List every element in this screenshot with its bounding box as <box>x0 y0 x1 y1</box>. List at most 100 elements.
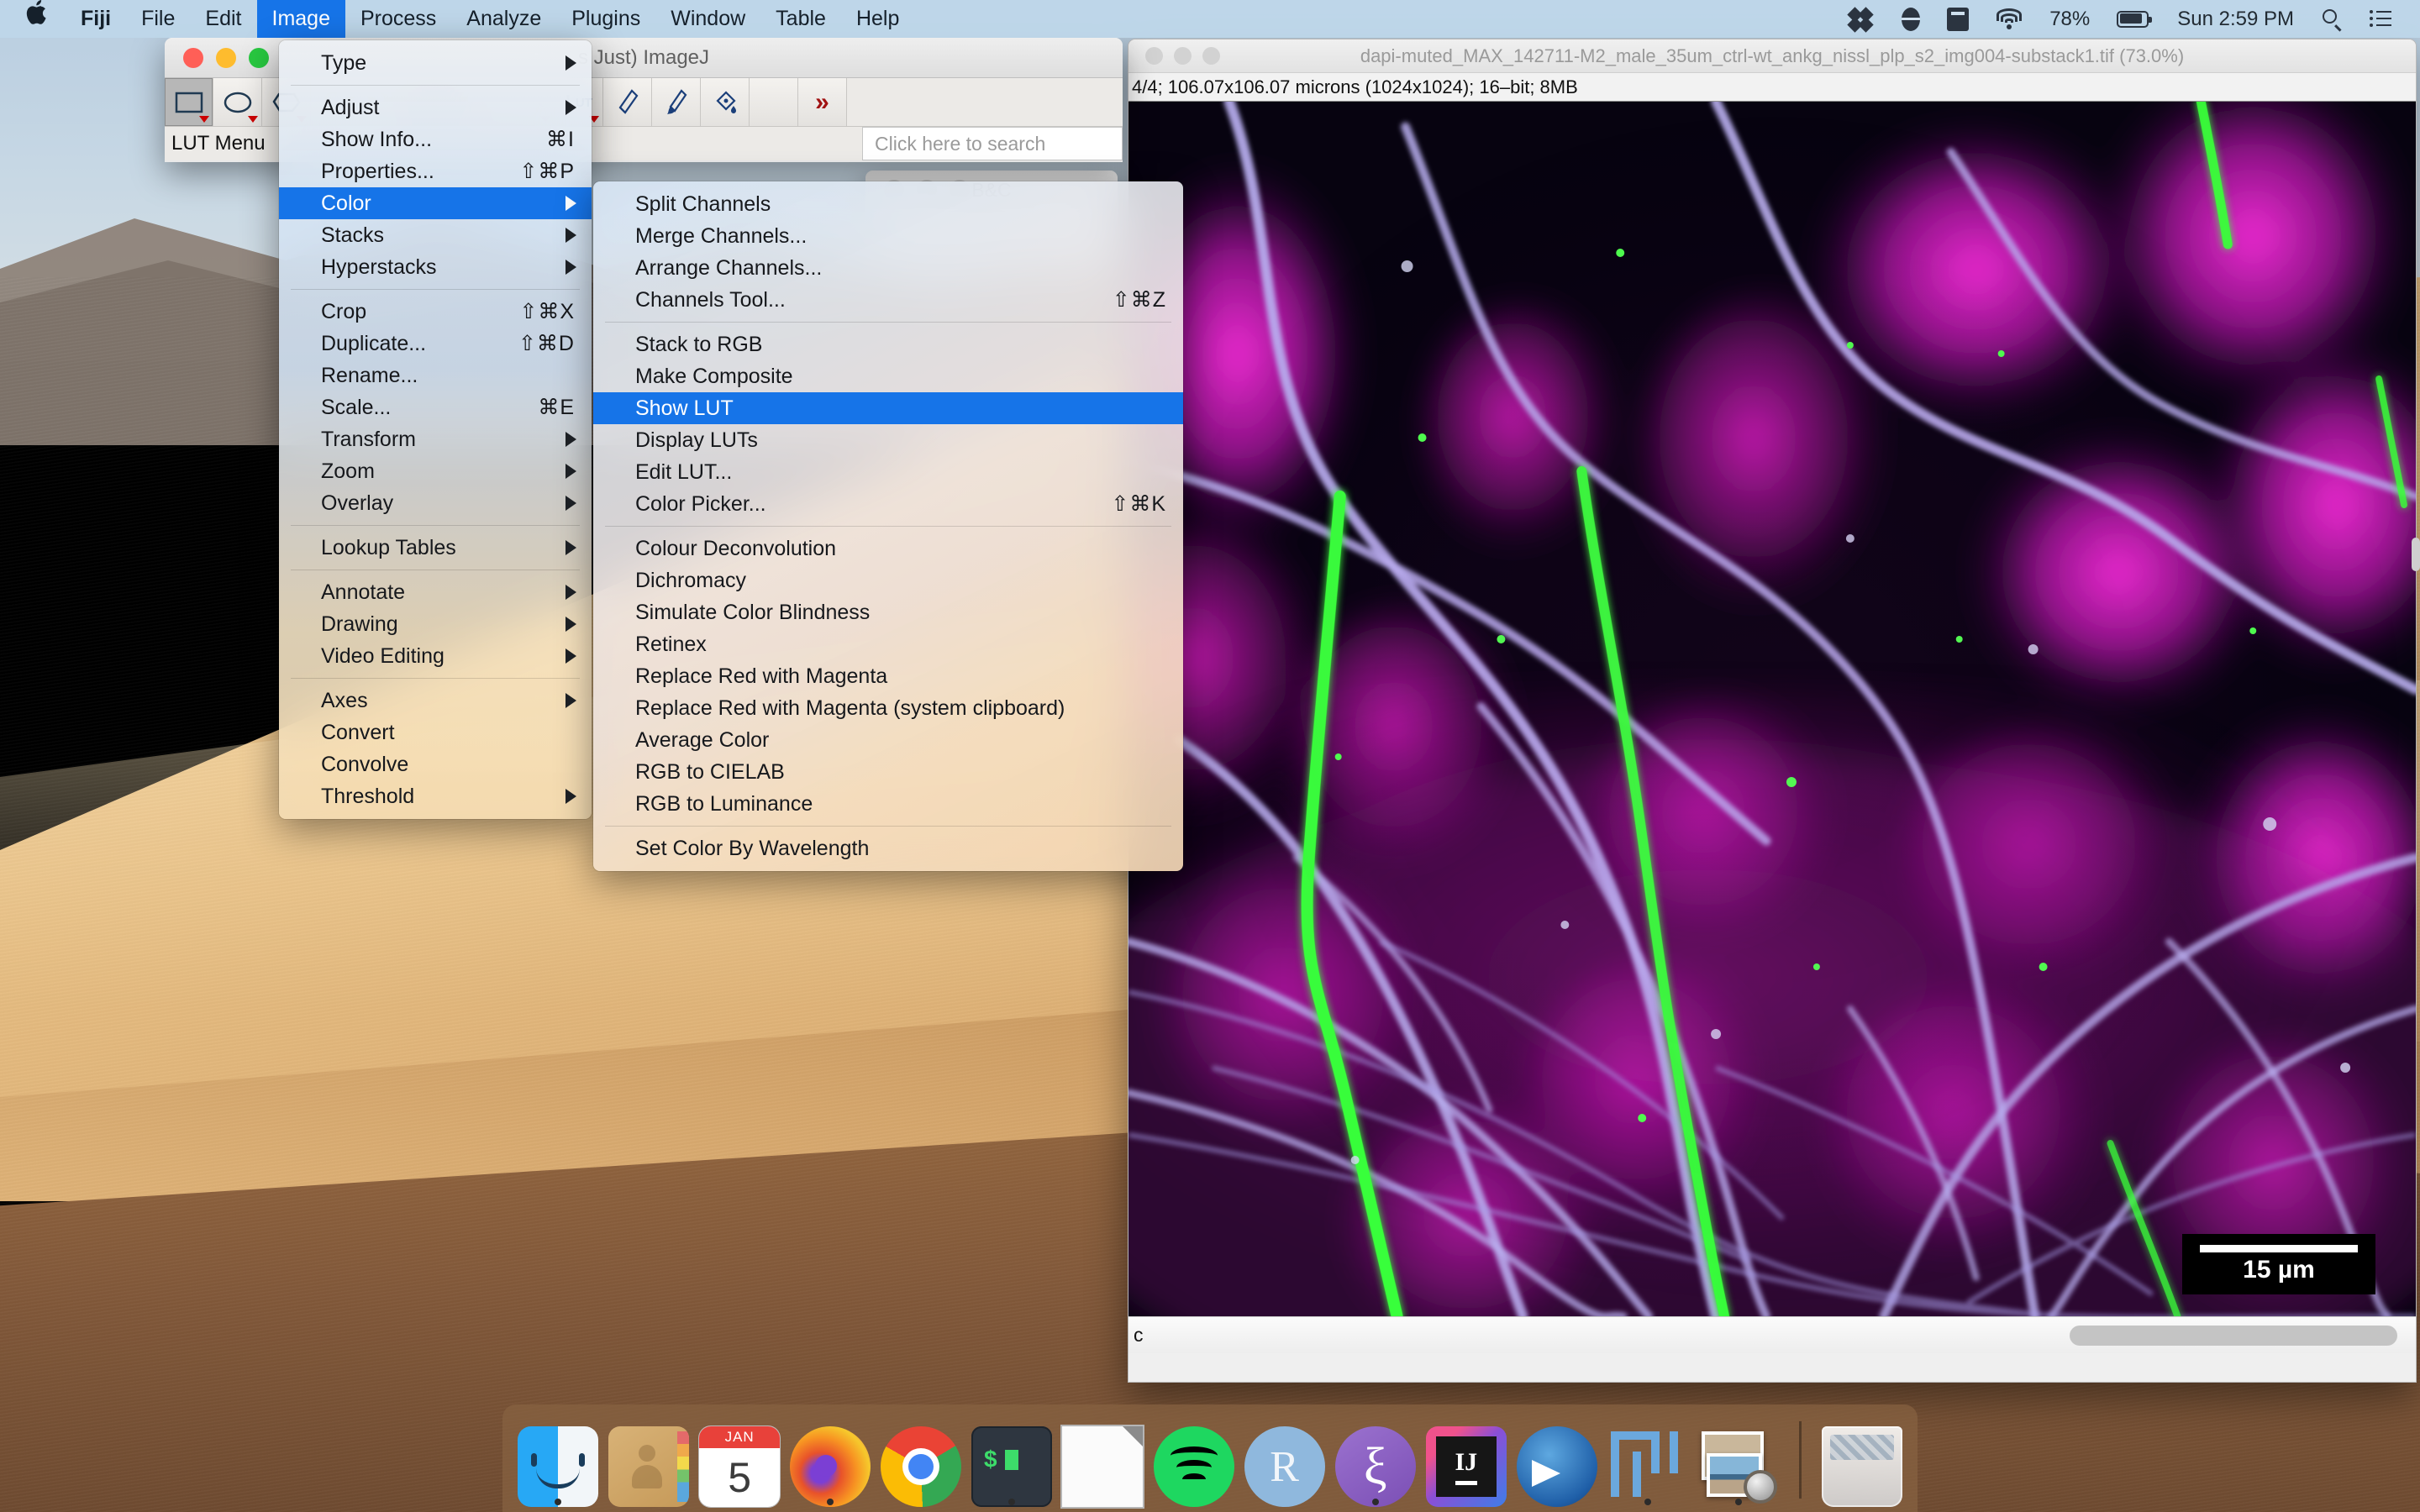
wifi-icon[interactable] <box>1982 0 2036 38</box>
dock-item-contacts[interactable] <box>607 1413 691 1507</box>
menu-item-video-editing[interactable]: Video Editing <box>279 640 592 672</box>
pencil-tool[interactable] <box>603 78 652 126</box>
menu-item-arrange-channels[interactable]: Arrange Channels... <box>593 252 1183 284</box>
search-input[interactable]: Click here to search <box>862 127 1123 160</box>
dock-item-terminal[interactable]: $ <box>970 1413 1054 1507</box>
control-center-icon[interactable] <box>2356 0 2405 38</box>
dock-item-r[interactable]: R <box>1243 1413 1327 1507</box>
rectangle-tool[interactable] <box>165 78 213 126</box>
tool-dropdown-arrow[interactable] <box>248 116 258 123</box>
menubar-item-plugins[interactable]: Plugins <box>556 0 655 38</box>
menubar-item-fiji[interactable]: Fiji <box>66 0 126 38</box>
menu-item-show-info[interactable]: Show Info... ⌘I <box>279 123 592 155</box>
menu-item-rgb-to-luminance[interactable]: RGB to Luminance <box>593 788 1183 820</box>
menu-item-lookup-tables[interactable]: Lookup Tables <box>279 532 592 564</box>
menu-item-retinex[interactable]: Retinex <box>593 628 1183 660</box>
submenu-arrow-icon <box>566 100 576 115</box>
menubar-item-image[interactable]: Image <box>256 0 345 38</box>
menubar-clock[interactable]: Sun 2:59 PM <box>2162 0 2309 38</box>
menu-item-set-color-by-wavelength[interactable]: Set Color By Wavelength <box>593 832 1183 864</box>
menu-item-threshold[interactable]: Threshold <box>279 780 592 812</box>
oval-tool[interactable] <box>213 78 262 126</box>
menu-bar: Fiji File Edit Image Process Analyze Plu… <box>0 0 2420 38</box>
menubar-item-edit[interactable]: Edit <box>190 0 256 38</box>
dock-item-preview[interactable] <box>1697 1413 1781 1507</box>
menubar-item-file[interactable]: File <box>126 0 190 38</box>
menu-item-stacks[interactable]: Stacks <box>279 219 592 251</box>
dock-item-libreoffice[interactable] <box>1060 1413 1144 1507</box>
fill-tool[interactable] <box>701 78 750 126</box>
blank-tool[interactable] <box>750 78 798 126</box>
window-edge-scroll-nub[interactable] <box>2412 538 2420 571</box>
menu-item-crop[interactable]: Crop ⇧⌘X <box>279 296 592 328</box>
dock-item-chrome[interactable] <box>879 1413 963 1507</box>
menu-item-display-luts[interactable]: Display LUTs <box>593 424 1183 456</box>
dock-item-thunderbird[interactable] <box>1515 1413 1599 1507</box>
menubar-item-analyze[interactable]: Analyze <box>451 0 556 38</box>
dock-item-firefox[interactable] <box>788 1413 872 1507</box>
menu-item-make-composite[interactable]: Make Composite <box>593 360 1183 392</box>
menu-item-type[interactable]: Type <box>279 47 592 79</box>
menu-item-properties[interactable]: Properties... ⇧⌘P <box>279 155 592 187</box>
menu-item-dichromacy[interactable]: Dichromacy <box>593 564 1183 596</box>
menu-item-label: Drawing <box>321 612 398 636</box>
brush-tool[interactable] <box>652 78 701 126</box>
battery-icon[interactable] <box>2103 0 2162 38</box>
menu-item-color-picker[interactable]: Color Picker... ⇧⌘K <box>593 488 1183 520</box>
timemachine-icon[interactable] <box>1888 0 1933 38</box>
tool-dropdown-arrow[interactable] <box>199 116 209 123</box>
menu-item-rename[interactable]: Rename... <box>279 360 592 391</box>
menu-item-replace-red-with-magenta[interactable]: Replace Red with Magenta <box>593 660 1183 692</box>
menu-item-convert[interactable]: Convert <box>279 717 592 748</box>
menu-item-axes[interactable]: Axes <box>279 685 592 717</box>
menubar-item-window[interactable]: Window <box>655 0 760 38</box>
menu-item-duplicate[interactable]: Duplicate... ⇧⌘D <box>279 328 592 360</box>
menu-separator <box>605 526 1171 527</box>
dock-item-fiji[interactable] <box>1606 1413 1690 1507</box>
menu-item-channels-tool[interactable]: Channels Tool... ⇧⌘Z <box>593 284 1183 316</box>
menu-item-rgb-to-cielab[interactable]: RGB to CIELAB <box>593 756 1183 788</box>
menu-item-color[interactable]: Color <box>279 187 592 219</box>
menu-item-zoom[interactable]: Zoom <box>279 455 592 487</box>
menu-item-transform[interactable]: Transform <box>279 423 592 455</box>
menu-item-drawing[interactable]: Drawing <box>279 608 592 640</box>
menu-item-merge-channels[interactable]: Merge Channels... <box>593 220 1183 252</box>
menubar-item-table[interactable]: Table <box>760 0 841 38</box>
menu-item-simulate-color-blindness[interactable]: Simulate Color Blindness <box>593 596 1183 628</box>
menu-item-show-lut[interactable]: Show LUT <box>593 392 1183 424</box>
menu-item-adjust[interactable]: Adjust <box>279 92 592 123</box>
battery-percent[interactable]: 78% <box>2036 0 2103 38</box>
dock-item-finder[interactable] <box>516 1413 600 1507</box>
micrograph-titlebar[interactable]: dapi-muted_MAX_142711-M2_male_35um_ctrl-… <box>1128 39 2416 73</box>
menu-item-average-color[interactable]: Average Color <box>593 724 1183 756</box>
menu-item-colour-deconvolution[interactable]: Colour Deconvolution <box>593 533 1183 564</box>
menu-separator <box>291 678 580 679</box>
menubar-item-help[interactable]: Help <box>841 0 914 38</box>
dock-item-intellij[interactable]: IJ <box>1424 1413 1508 1507</box>
menu-item-annotate[interactable]: Annotate <box>279 576 592 608</box>
micrograph-canvas[interactable]: 15 µm <box>1128 102 2416 1316</box>
menu-item-stack-to-rgb[interactable]: Stack to RGB <box>593 328 1183 360</box>
menu-item-edit-lut[interactable]: Edit LUT... <box>593 456 1183 488</box>
dock-item-emacs[interactable]: ξ <box>1334 1413 1418 1507</box>
apple-logo-icon[interactable] <box>0 0 66 38</box>
menu-item-replace-red-with-magenta-clipboard[interactable]: Replace Red with Magenta (system clipboa… <box>593 692 1183 724</box>
more-tools[interactable]: » <box>798 78 847 126</box>
dock-item-spotify[interactable] <box>1152 1413 1236 1507</box>
search-icon[interactable] <box>2309 0 2356 38</box>
channel-scrollbar[interactable] <box>2070 1326 2397 1346</box>
dock-item-calendar[interactable]: JAN 5 <box>697 1413 781 1507</box>
menu-item-label: Lookup Tables <box>321 535 456 559</box>
menu-image-dropdown: Type Adjust Show Info... ⌘I Properties...… <box>279 40 592 819</box>
menu-item-hyperstacks[interactable]: Hyperstacks <box>279 251 592 283</box>
menu-item-convolve[interactable]: Convolve <box>279 748 592 780</box>
submenu-arrow-icon <box>566 540 576 555</box>
menu-item-overlay[interactable]: Overlay <box>279 487 592 519</box>
dropbox-icon[interactable] <box>1836 0 1888 38</box>
menu-item-label: Replace Red with Magenta <box>635 664 888 688</box>
menu-item-split-channels[interactable]: Split Channels <box>593 188 1183 220</box>
menubar-item-process[interactable]: Process <box>345 0 451 38</box>
sdcard-icon[interactable] <box>1933 0 1982 38</box>
menu-item-scale[interactable]: Scale... ⌘E <box>279 391 592 423</box>
dock-item-trash[interactable] <box>1820 1413 1904 1507</box>
